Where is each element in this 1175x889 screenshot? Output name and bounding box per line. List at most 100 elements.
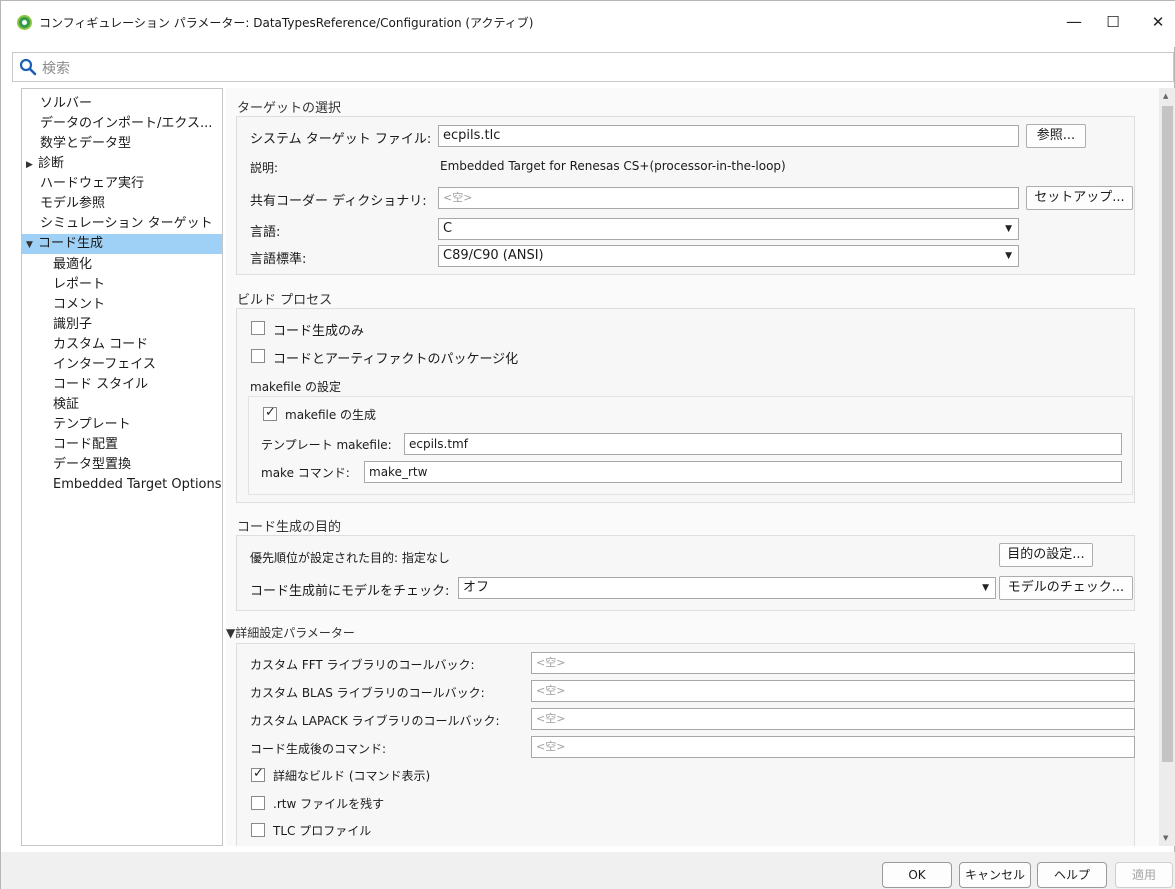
button-bar: OK キャンセル ヘルプ 適用 <box>1 852 1175 889</box>
language-standard-value: C89/C90 (ANSI) <box>443 248 544 263</box>
description-label: 説明: <box>250 161 279 175</box>
tree-item-identifiers[interactable]: 識別子 <box>53 315 92 335</box>
cancel-button[interactable]: キャンセル <box>959 862 1031 888</box>
tree-item-label: コード配置 <box>53 437 119 452</box>
tlc-profile-label: TLC プロファイル <box>273 824 372 838</box>
tree-item-label: コメント <box>53 297 106 312</box>
tlc-profile-checkbox[interactable] <box>251 823 265 837</box>
generate-makefile-checkbox[interactable] <box>263 405 277 421</box>
post-codegen-command-field[interactable]: <空> <box>531 736 1135 758</box>
browse-button[interactable]: 参照... <box>1026 124 1086 148</box>
set-objectives-button[interactable]: 目的の設定... <box>999 543 1093 567</box>
tree-item-label: 検証 <box>53 397 80 412</box>
retain-rtw-checkbox[interactable] <box>251 796 265 810</box>
post-codegen-command-label: コード生成後のコマンド: <box>250 742 387 756</box>
tree-item-hardware[interactable]: ハードウェア実行 <box>40 174 144 194</box>
language-dropdown[interactable]: C ▼ <box>438 218 1019 240</box>
makefile-settings-title: makefile の設定 <box>250 380 342 394</box>
fft-callback-field[interactable]: <空> <box>531 652 1135 674</box>
tree-item-verification[interactable]: 検証 <box>53 395 79 415</box>
system-target-file-label: システム ターゲット ファイル: <box>250 132 432 147</box>
tree-item-comments[interactable]: コメント <box>53 295 105 315</box>
tree-item-data-import[interactable]: データのインポート/エクス... <box>40 114 212 134</box>
check-model-label: コード生成前にモデルをチェック: <box>250 584 450 599</box>
retain-rtw-label: .rtw ファイルを残す <box>273 797 385 811</box>
language-label: 言語: <box>250 225 281 240</box>
tree-item-optimization[interactable]: 最適化 <box>53 255 92 275</box>
search-placeholder: 検索 <box>42 61 70 77</box>
tree-item-label: コード生成 <box>38 236 104 251</box>
search-box[interactable]: 検索 <box>12 52 1174 82</box>
scroll-down-icon[interactable]: ▼ <box>1163 834 1168 842</box>
tree-item-label: モデル参照 <box>40 196 106 211</box>
dropdown-arrow-icon: ▼ <box>1005 251 1012 261</box>
system-target-file-field[interactable]: ecpils.tlc <box>438 125 1019 147</box>
check-model-value: オフ <box>463 580 490 595</box>
scrollbar-thumb[interactable] <box>1162 106 1173 762</box>
tree-item-sim-target[interactable]: シミュレーション ターゲット <box>40 214 213 234</box>
blas-callback-label: カスタム BLAS ライブラリのコールバック: <box>250 686 485 700</box>
language-standard-dropdown[interactable]: C89/C90 (ANSI) ▼ <box>438 245 1019 267</box>
search-icon <box>19 58 37 76</box>
tree-item-label: ハードウェア実行 <box>40 176 145 191</box>
tree-item-embedded-target-options[interactable]: Embedded Target Options <box>53 475 222 495</box>
apply-button[interactable]: 適用 <box>1115 862 1173 888</box>
code-gen-only-label: コード生成のみ <box>273 324 365 339</box>
vertical-scrollbar[interactable]: ▲ ▼ <box>1159 88 1175 846</box>
advanced-section-title[interactable]: ▼詳細設定パラメーター <box>226 624 355 641</box>
title-bar: コンフィギュレーション パラメーター: DataTypesReference/C… <box>1 1 1175 47</box>
tree-item-data-type-replacement[interactable]: データ型置換 <box>53 455 131 475</box>
simulink-app-icon <box>17 15 32 30</box>
make-command-label: make コマンド: <box>261 466 350 480</box>
tree-item-report[interactable]: レポート <box>53 275 105 295</box>
scroll-up-icon[interactable]: ▲ <box>1163 92 1168 100</box>
objectives-section-title: コード生成の目的 <box>237 520 342 535</box>
minimize-button[interactable]: — <box>1056 7 1092 37</box>
config-params-window: コンフィギュレーション パラメーター: DataTypesReference/C… <box>0 0 1175 889</box>
dropdown-arrow-icon: ▼ <box>982 583 989 593</box>
close-button[interactable]: ✕ <box>1140 7 1175 37</box>
shared-dictionary-field[interactable]: <空> <box>438 187 1019 209</box>
category-tree: ソルバー データのインポート/エクス... 数学とデータ型 ▶ 診断 ハードウェア… <box>21 88 223 846</box>
package-checkbox[interactable] <box>251 349 265 363</box>
tree-item-model-ref[interactable]: モデル参照 <box>40 194 105 214</box>
tree-item-label: データ型置換 <box>53 457 132 472</box>
tree-item-math-data-types[interactable]: 数学とデータ型 <box>40 134 131 154</box>
tree-item-label: シミュレーション ターゲット <box>40 216 213 231</box>
language-value: C <box>443 221 453 236</box>
description-value: Embedded Target for Renesas CS+(processo… <box>440 159 786 173</box>
fft-callback-label: カスタム FFT ライブラリのコールバック: <box>250 658 475 672</box>
tree-item-label: Embedded Target Options <box>53 477 222 492</box>
maximize-button[interactable]: ☐ <box>1095 7 1131 37</box>
help-button[interactable]: ヘルプ <box>1037 862 1107 888</box>
tree-item-code-placement[interactable]: コード配置 <box>53 435 118 455</box>
prioritized-objectives-label: 優先順位が設定された目的: 指定なし <box>250 551 450 565</box>
expand-arrow-icon[interactable]: ▶ <box>26 155 38 175</box>
settings-pane: ターゲットの選択 システム ターゲット ファイル: ecpils.tlc 参照.… <box>226 88 1159 846</box>
tree-item-label: データのインポート/エクス... <box>40 116 213 131</box>
lapack-callback-field[interactable]: <空> <box>531 708 1135 730</box>
check-model-button[interactable]: モデルのチェック... <box>999 576 1133 600</box>
template-makefile-field[interactable]: ecpils.tmf <box>404 433 1122 455</box>
tree-item-label: レポート <box>53 277 106 292</box>
tree-item-templates[interactable]: テンプレート <box>53 415 131 435</box>
tree-item-code-style[interactable]: コード スタイル <box>53 375 148 395</box>
tree-item-interface[interactable]: インターフェイス <box>53 355 156 375</box>
tree-item-solver[interactable]: ソルバー <box>40 94 92 114</box>
verbose-build-checkbox[interactable] <box>251 766 265 782</box>
tree-item-code-gen[interactable]: ▼ コード生成 <box>22 234 222 254</box>
tree-item-label: コード スタイル <box>53 377 149 392</box>
generate-makefile-label: makefile の生成 <box>285 408 377 422</box>
tree-item-custom-code[interactable]: カスタム コード <box>53 335 148 355</box>
tree-item-label: カスタム コード <box>53 337 149 352</box>
check-model-dropdown[interactable]: オフ ▼ <box>458 577 996 599</box>
setup-button[interactable]: セットアップ... <box>1026 186 1133 210</box>
ok-button[interactable]: OK <box>882 862 952 888</box>
tree-item-diagnostics[interactable]: ▶ 診断 <box>26 154 64 174</box>
tree-item-label: 数学とデータ型 <box>40 136 132 151</box>
blas-callback-field[interactable]: <空> <box>531 680 1135 702</box>
code-gen-only-checkbox[interactable] <box>251 321 265 335</box>
make-command-field[interactable]: make_rtw <box>364 461 1122 483</box>
verbose-build-label: 詳細なビルド (コマンド表示) <box>273 769 431 783</box>
collapse-arrow-icon[interactable]: ▼ <box>26 235 38 255</box>
